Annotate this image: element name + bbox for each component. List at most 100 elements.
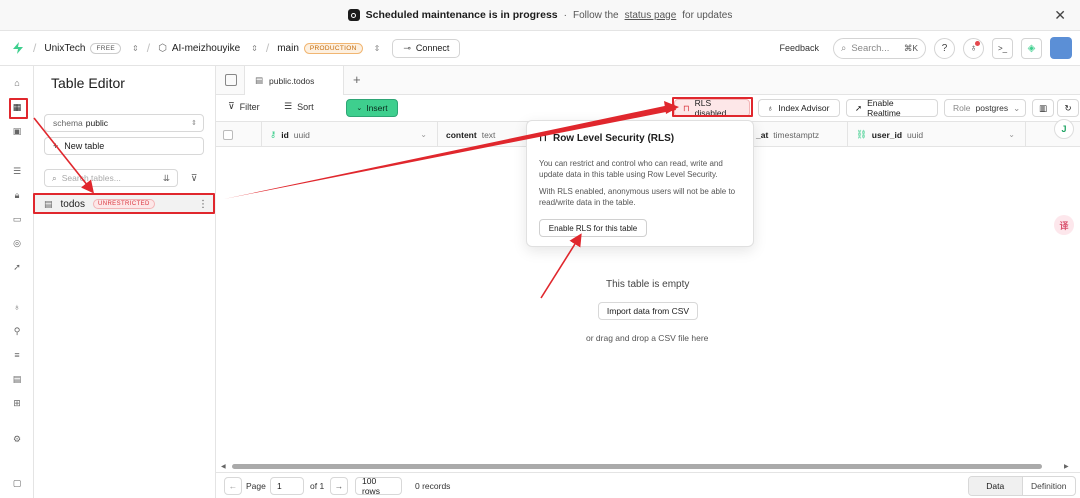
breadcrumb-separator: / <box>33 41 37 55</box>
highlight-box-table-editor <box>9 98 28 119</box>
left-nav: ⌂ ▦ ▣ ☰ 🔒︎ ▭ ◎ ➚ ♁ ⚲ ≡ ▤ ⊞ ⚙ ▢ <box>0 66 34 498</box>
schema-select[interactable]: schema public ⇕ <box>44 114 204 132</box>
enable-realtime-button[interactable]: ➚ Enable Realtime <box>846 98 938 118</box>
select-all-column <box>216 122 262 147</box>
view-toggle: Data Definition <box>968 476 1076 496</box>
chevron-down-icon[interactable]: ⌄ <box>1008 130 1015 139</box>
collapse-sidebar-icon[interactable]: ▢ <box>10 476 24 490</box>
settings-icon[interactable]: ⚙ <box>10 432 24 446</box>
rows-per-page-select[interactable]: 100 rows <box>355 476 402 496</box>
auth-lock-icon[interactable]: 🔒︎ <box>10 188 24 202</box>
column-header-created-at[interactable]: _at timestamptz <box>752 122 848 147</box>
sort-button[interactable]: ☰ Sort <box>284 101 314 112</box>
new-tab-plus-icon[interactable]: + <box>353 72 361 87</box>
org-name: UnixTech <box>44 42 86 54</box>
project-selector[interactable]: ⬡ AI-meizhouyike ⇕ <box>158 43 258 54</box>
column-view-icon[interactable]: ▥ <box>1032 99 1054 117</box>
index-advisor-button[interactable]: ♁ Index Advisor <box>758 99 840 117</box>
advisors-icon[interactable]: ♁ <box>10 300 24 314</box>
tab-label: public.todos <box>269 75 315 86</box>
new-table-button[interactable]: + New table <box>44 137 204 155</box>
connect-button[interactable]: ⊸ Connect <box>392 38 461 58</box>
table-editor-sidebar: Table Editor schema public ⇕ + New table… <box>34 66 216 498</box>
chevron-down-icon[interactable]: ⇊ <box>163 173 170 184</box>
schema-value: public <box>85 118 108 128</box>
close-icon[interactable]: ✕ <box>1054 8 1066 22</box>
notifications-icon[interactable]: ♁ <box>963 37 984 59</box>
plan-badge: FREE <box>90 42 122 54</box>
avatar[interactable] <box>1050 37 1072 59</box>
filter-icon[interactable]: ⊽ <box>184 169 204 187</box>
rls-popover: ⊓ Row Level Security (RLS) You can restr… <box>526 120 754 247</box>
filter-icon: ⊽ <box>228 101 235 111</box>
reports-icon[interactable]: ⚲ <box>10 324 24 338</box>
scroll-right-icon[interactable]: ▶ <box>1064 463 1069 470</box>
grid-footer: ← Page 1 of 1 → 100 rows 0 records Data … <box>216 472 1080 498</box>
next-page-button[interactable]: → <box>330 477 348 495</box>
search-tables-input[interactable]: ⌕ Search tables... ⇊ <box>44 169 178 187</box>
insert-label: Insert <box>366 103 388 113</box>
project-name: AI-meizhouyike <box>171 42 241 54</box>
global-search-button[interactable]: ⌕ Search... ⌘K <box>833 37 926 59</box>
terminal-icon[interactable]: >_ <box>992 37 1013 59</box>
prev-page-button[interactable]: ← <box>224 477 242 495</box>
column-type: uuid <box>293 129 310 140</box>
search-shortcut: ⌘K <box>903 42 918 53</box>
column-header-user-id[interactable]: ⛓ user_id uuid ⌄ <box>848 122 1026 147</box>
sort-icon: ☰ <box>284 101 293 111</box>
empty-state-title: This table is empty <box>606 279 690 290</box>
home-icon[interactable]: ⌂ <box>10 76 24 90</box>
horizontal-scrollbar[interactable] <box>232 464 1042 469</box>
import-csv-button[interactable]: Import data from CSV <box>598 302 698 320</box>
api-docs-icon[interactable]: ▤ <box>10 372 24 386</box>
popover-title: ⊓ Row Level Security (RLS) <box>539 133 674 144</box>
chevron-updown-icon: ⇕ <box>132 43 139 53</box>
scroll-left-icon[interactable]: ◀ <box>221 463 226 470</box>
breadcrumb-separator: / <box>146 41 151 55</box>
chevron-updown-icon: ⇕ <box>191 120 197 127</box>
translate-icon[interactable]: 译 <box>1054 215 1074 235</box>
refresh-icon[interactable]: ↻ <box>1057 99 1079 117</box>
column-name: user_id <box>871 129 903 140</box>
page-input[interactable]: 1 <box>270 477 304 495</box>
insert-button[interactable]: ⌄ Insert <box>346 99 398 117</box>
status-page-link[interactable]: status page <box>625 10 677 21</box>
branch-selector[interactable]: main PRODUCTION ⇕ <box>277 42 380 54</box>
role-select[interactable]: Role postgres ⌄ <box>944 99 1026 117</box>
table-icon: ▤ <box>255 75 264 85</box>
org-selector[interactable]: UnixTech FREE ⇕ <box>44 42 139 54</box>
notification-dot <box>975 40 980 46</box>
plus-icon: + <box>53 141 59 151</box>
role-label: Role <box>953 103 971 113</box>
realtime-icon[interactable]: ➚ <box>10 260 24 274</box>
filter-button[interactable]: ⊽ Filter <box>228 101 260 112</box>
database-icon[interactable]: ☰ <box>10 164 24 178</box>
tab-data[interactable]: Data <box>969 477 1023 495</box>
realtime-label: Enable Realtime <box>867 98 901 118</box>
banner-title: Scheduled maintenance is in progress <box>365 9 558 21</box>
edge-functions-icon[interactable]: ◎ <box>10 236 24 250</box>
column-header-id[interactable]: ⚷ id uuid ⌄ <box>262 122 438 147</box>
storage-icon[interactable]: ▭ <box>10 212 24 226</box>
tab-definition[interactable]: Definition <box>1023 477 1076 495</box>
status-icon <box>347 9 360 21</box>
enable-rls-button[interactable]: Enable RLS for this table <box>539 219 647 237</box>
column-header-content[interactable]: content text <box>438 122 528 147</box>
tab-bar: ▤ public.todos + <box>216 66 1080 95</box>
select-all-checkbox[interactable] <box>223 129 233 140</box>
chevron-down-icon: ⌄ <box>1013 102 1021 113</box>
integrations-icon[interactable]: ⊞ <box>10 396 24 410</box>
record-count: 0 records <box>415 481 451 491</box>
highlight-box-todos <box>33 193 215 214</box>
highlight-box-rls <box>672 97 753 117</box>
logs-icon[interactable]: ≡ <box>10 348 24 362</box>
feedback-button[interactable]: Feedback <box>779 43 819 53</box>
tab-public-todos[interactable]: ▤ public.todos <box>244 66 344 95</box>
help-icon[interactable]: ? <box>934 37 955 59</box>
sql-editor-icon[interactable]: ▣ <box>10 124 24 138</box>
supabase-logo-icon[interactable] <box>11 41 25 55</box>
chevron-down-icon[interactable]: ⌄ <box>420 130 427 139</box>
sidebar-toggle-icon[interactable] <box>225 74 237 86</box>
assistant-icon[interactable]: ◈ <box>1021 37 1042 59</box>
extension-j-icon[interactable]: J <box>1054 119 1074 139</box>
